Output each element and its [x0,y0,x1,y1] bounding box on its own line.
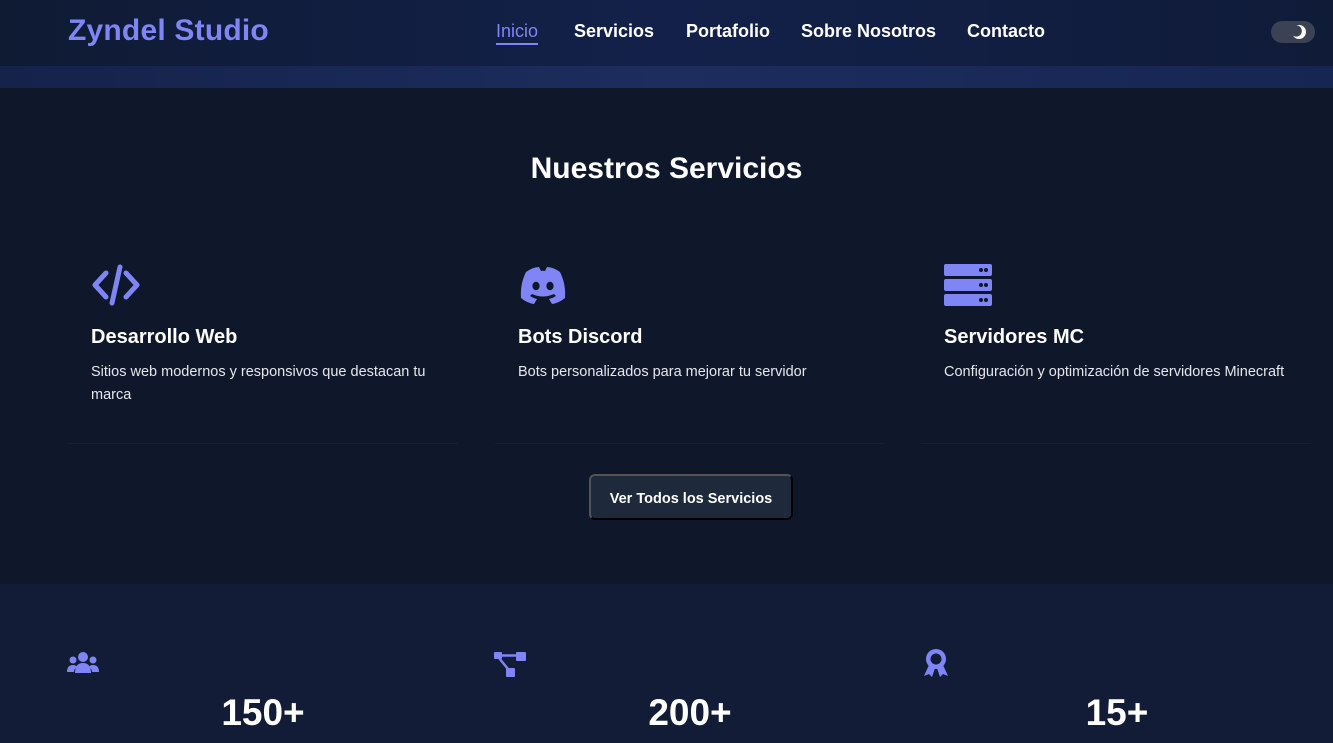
stat-value-projects: 200+ [648,692,732,733]
service-card-discord[interactable]: Bots Discord Bots personalizados para me… [495,248,885,444]
navbar-shadow-band [0,66,1333,88]
nav-link-portafolio[interactable]: Portafolio [686,21,770,42]
service-card-title: Servidores MC [944,326,1085,348]
service-card-title: Bots Discord [518,326,643,348]
navbar: Zyndel Studio Inicio Servicios Portafoli… [0,0,1333,66]
nav-link-servicios[interactable]: Servicios [574,21,654,42]
service-card-description: Bots personalizados para mejorar tu serv… [518,364,807,380]
stat-value-awards: 15+ [1085,692,1149,733]
server-icon [944,264,992,306]
service-card-web[interactable]: Desarrollo Web Sitios web modernos y res… [68,248,458,444]
discord-icon [520,267,566,304]
nav-link-sobre-nosotros[interactable]: Sobre Nosotros [801,21,936,42]
view-all-services-button[interactable]: Ver Todos los Servicios [589,474,793,520]
code-icon [92,264,140,306]
nav-link-inicio[interactable]: Inicio [496,21,539,45]
section-title: Nuestros Servicios [530,152,803,185]
service-card-title: Desarrollo Web [91,326,238,348]
services-section: Nuestros Servicios Desarrollo Web Sitios… [0,88,1333,584]
service-card-description: Configuración y optimización de servidor… [944,364,1285,380]
nav-link-contacto[interactable]: Contacto [967,21,1045,42]
stat-value-clients: 150+ [221,692,305,733]
theme-toggle[interactable] [1271,21,1315,43]
nav-menu: Inicio Servicios Portafolio Sobre Nosotr… [0,21,1333,47]
moon-icon [1291,25,1306,39]
service-card-minecraft[interactable]: Servidores MC Configuración y optimizaci… [921,248,1311,444]
project-diagram-icon [494,652,526,677]
stats-section: 150+ 200+ 15+ [0,584,1333,743]
award-icon [924,649,948,677]
service-card-description: Sitios web modernos y responsivos que de… [91,364,426,403]
users-icon [67,652,99,673]
